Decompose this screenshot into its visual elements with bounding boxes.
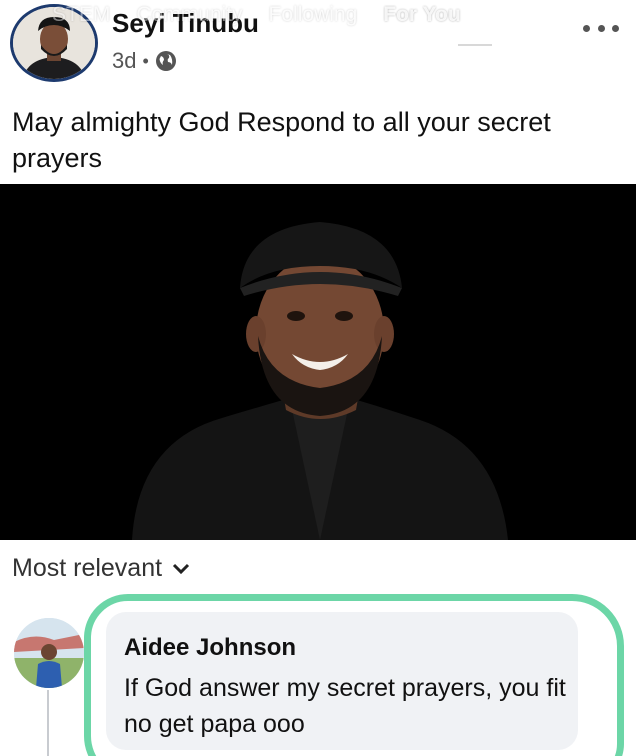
comment-sort-dropdown[interactable]: Most relevant <box>12 554 190 583</box>
chevron-down-icon <box>173 563 190 574</box>
meta-separator: • <box>142 50 149 71</box>
overlay-tab-community[interactable]: Community <box>136 3 242 27</box>
post-photo-image <box>0 184 636 540</box>
overlay-tab-stem[interactable]: STEM <box>52 3 110 27</box>
post-text: May almighty God Respond to all your sec… <box>12 107 551 173</box>
globe-icon <box>155 51 176 71</box>
commenter-avatar[interactable] <box>14 618 84 688</box>
overlay-tab-for-you[interactable]: For You <box>383 3 460 27</box>
facebook-post-screen: Seyi Tinubu 3d • STEM Community Followin… <box>0 0 636 756</box>
commenter-name[interactable]: Aidee Johnson <box>124 634 296 662</box>
post-timestamp[interactable]: 3d <box>112 48 136 74</box>
post-photo[interactable] <box>0 184 636 540</box>
overlay-top-nav: STEM Community Following For You <box>52 0 461 30</box>
overlay-tab-following[interactable]: Following <box>269 3 358 27</box>
comments-section: Most relevant Aidee Johnson If God answe… <box>0 540 636 756</box>
post-meta: 3d • <box>112 48 177 74</box>
overlay-tab-indicator <box>458 44 492 46</box>
reply-thread-line <box>47 690 49 756</box>
comment-text: If God answer my secret prayers, you fit… <box>124 674 566 738</box>
commenter-avatar-image <box>14 618 84 688</box>
comment-sort-label: Most relevant <box>12 554 163 582</box>
overlay-search-icon[interactable] <box>570 2 600 32</box>
